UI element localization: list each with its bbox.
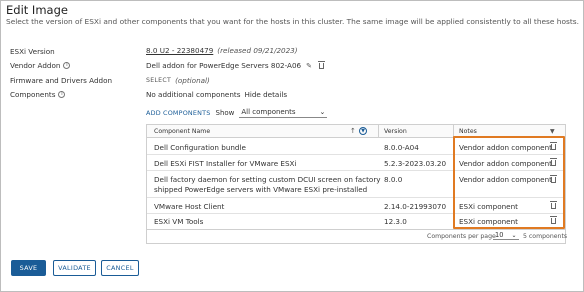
components-text: No additional components <box>146 90 241 99</box>
component-name: Dell ESXi FIST Installer for VMware ESXi <box>154 159 297 168</box>
show-filter-select[interactable]: All components ⌄ <box>239 108 328 118</box>
components-label: Components i <box>10 90 66 99</box>
components-count: 5 components <box>523 233 568 240</box>
components-toolbar: ADD COMPONENTS Show All components ⌄ <box>146 108 328 118</box>
trash-icon[interactable] <box>550 216 557 226</box>
add-components-button[interactable]: ADD COMPONENTS <box>146 109 211 117</box>
component-notes: Vendor addon component <box>459 143 552 152</box>
trash-icon[interactable] <box>550 175 557 185</box>
component-name-continued: shipped PowerEdge servers with VMware ES… <box>154 185 368 194</box>
component-notes: Vendor addon component <box>459 175 552 184</box>
esxi-version-value: 8.0 U2 - 22380479 (released 09/21/2023) <box>146 46 298 55</box>
column-divider <box>453 125 454 138</box>
component-version: 12.3.0 <box>384 217 407 226</box>
show-label: Show <box>215 109 235 117</box>
chevron-down-icon: ⌄ <box>511 232 517 239</box>
esxi-release-note: (released 09/21/2023) <box>217 46 298 55</box>
cancel-button[interactable]: CANCEL <box>101 260 139 276</box>
firmware-select-button[interactable]: SELECT <box>146 77 171 84</box>
component-name: Dell Configuration bundle <box>154 143 246 152</box>
trash-icon[interactable] <box>550 201 557 211</box>
component-notes: ESXi component <box>459 202 518 211</box>
firmware-value: SELECT (optional) <box>146 76 210 85</box>
dialog-title: Edit Image <box>6 3 68 17</box>
components-grid: Component Name ↑ ▼ Version Notes ▼ Dell … <box>146 124 566 230</box>
component-notes: Vendor addon component <box>459 159 552 168</box>
vendor-addon-label: Vendor Addon i <box>10 61 71 70</box>
column-divider <box>378 125 379 138</box>
trash-icon[interactable] <box>317 60 325 70</box>
validate-button[interactable]: VALIDATE <box>53 260 96 276</box>
filter-icon[interactable]: ▼ <box>359 127 367 135</box>
filter-icon[interactable]: ▼ <box>550 128 555 135</box>
vendor-addon-value: Dell addon for PowerEdge Servers 802-A06… <box>146 60 325 70</box>
esxi-version-label: ESXi Version <box>10 47 55 56</box>
grid-header: Component Name ↑ ▼ Version Notes ▼ <box>147 125 565 138</box>
firmware-optional-note: (optional) <box>175 76 210 85</box>
hide-details-link[interactable]: Hide details <box>244 90 287 99</box>
edit-pencil-icon[interactable]: ✎ <box>305 62 313 70</box>
column-header-notes[interactable]: Notes <box>459 128 477 135</box>
table-row: Dell factory daemon for setting custom D… <box>147 171 565 198</box>
components-value: No additional components Hide details <box>146 90 287 99</box>
component-notes: ESXi component <box>459 217 518 226</box>
component-version: 8.0.0-A04 <box>384 143 419 152</box>
table-row: Dell ESXi FIST Installer for VMware ESXi… <box>147 155 565 171</box>
component-version: 5.2.3-2023.03.20 <box>384 159 447 168</box>
per-page-value: 10 <box>495 231 504 239</box>
component-version: 2.14.0-21993070 <box>384 202 447 211</box>
column-header-component-name[interactable]: Component Name <box>154 128 210 135</box>
per-page-label: Components per page <box>427 233 496 240</box>
vendor-addon-text: Dell addon for PowerEdge Servers 802-A06 <box>146 61 302 70</box>
component-name: ESXi VM Tools <box>154 217 204 226</box>
table-row: ESXi VM Tools 12.3.0 ESXi component <box>147 214 565 229</box>
column-header-version[interactable]: Version <box>384 128 407 135</box>
trash-icon[interactable] <box>550 158 557 168</box>
save-button[interactable]: SAVE <box>11 260 46 276</box>
per-page-select[interactable]: 10 ⌄ <box>493 231 519 240</box>
grid-footer: Components per page 10 ⌄ 5 components <box>146 230 568 244</box>
chevron-down-icon: ⌄ <box>319 108 326 116</box>
info-icon[interactable]: i <box>63 62 71 69</box>
esxi-version-link[interactable]: 8.0 U2 - 22380479 <box>146 46 213 55</box>
table-row: VMware Host Client 2.14.0-21993070 ESXi … <box>147 198 565 214</box>
sort-up-icon[interactable]: ↑ <box>350 127 356 135</box>
show-filter-value: All components <box>241 108 296 116</box>
component-version: 8.0.0 <box>384 175 403 184</box>
table-row: Dell Configuration bundle 8.0.0-A04 Vend… <box>147 138 565 155</box>
component-name: VMware Host Client <box>154 202 225 211</box>
dialog-subtitle: Select the version of ESXi and other com… <box>6 17 579 26</box>
component-name: Dell factory daemon for setting custom D… <box>154 175 381 184</box>
info-icon[interactable]: i <box>58 91 66 98</box>
trash-icon[interactable] <box>550 142 557 152</box>
firmware-label: Firmware and Drivers Addon <box>10 76 113 85</box>
